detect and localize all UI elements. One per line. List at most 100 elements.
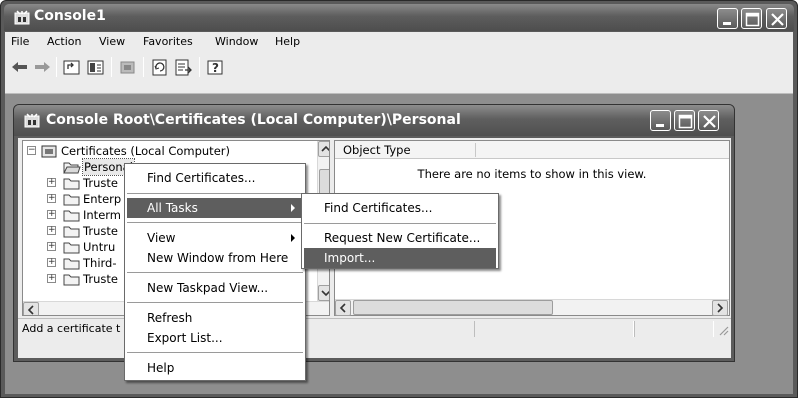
expand-icon[interactable]: + — [47, 194, 56, 203]
folder-icon — [63, 258, 80, 270]
show-hide-tree-icon[interactable] — [85, 57, 107, 77]
menu-separator — [127, 193, 303, 194]
results-horizontal-scrollbar[interactable] — [335, 299, 729, 316]
expand-icon[interactable]: + — [47, 274, 56, 283]
minimize-icon — [656, 124, 664, 127]
folder-icon — [63, 242, 80, 254]
menu-item-label: Request New Certificate... — [324, 231, 481, 245]
folder-icon — [63, 226, 80, 238]
expand-icon[interactable]: + — [47, 210, 56, 219]
window-titlebar[interactable]: Console1 — [4, 4, 794, 31]
scroll-down-button[interactable] — [318, 285, 329, 301]
menu-item-find-certificates[interactable]: Find Certificates... — [304, 198, 496, 218]
collapse-icon[interactable]: − — [27, 146, 36, 155]
scroll-thumb[interactable] — [353, 300, 553, 315]
folder-icon — [63, 210, 80, 222]
back-arrow-icon[interactable] — [9, 57, 31, 77]
child-window-titlebar[interactable]: Console Root\Certificates (Local Compute… — [14, 105, 734, 136]
status-cell — [474, 321, 634, 337]
expand-icon[interactable]: + — [47, 178, 56, 187]
menu-favorites[interactable]: Favorites — [143, 35, 193, 48]
child-minimize-button[interactable] — [650, 110, 671, 131]
child-window-title: Console Root\Certificates (Local Compute… — [46, 112, 461, 128]
context-menu: Find Certificates... All Tasks View New … — [124, 163, 306, 381]
column-header-label: Object Type — [343, 143, 411, 157]
resize-grip-icon[interactable] — [717, 324, 729, 336]
chevron-up-icon — [321, 145, 329, 152]
maximize-icon — [678, 114, 693, 129]
menu-item-label: Export List... — [147, 331, 223, 345]
scroll-up-button[interactable] — [318, 141, 329, 157]
scroll-left-button[interactable] — [335, 300, 351, 316]
menu-separator — [304, 223, 496, 224]
help-icon[interactable]: ? — [205, 57, 227, 77]
menu-help[interactable]: Help — [275, 35, 300, 48]
expand-icon[interactable]: + — [47, 258, 56, 267]
menu-item-new-taskpad-view[interactable]: New Taskpad View... — [127, 278, 303, 298]
delete-icon[interactable] — [117, 57, 139, 77]
column-header-object-type[interactable]: Object Type — [335, 141, 729, 159]
column-divider[interactable] — [475, 143, 476, 157]
menu-item-help[interactable]: Help — [127, 358, 303, 378]
expand-icon[interactable]: + — [47, 226, 56, 235]
toolbar-separator — [111, 57, 112, 77]
menu-item-label: Find Certificates... — [324, 201, 433, 215]
tree-item-label: Enterp — [83, 192, 122, 206]
tree-item-label: Untru — [83, 240, 116, 254]
menu-separator — [127, 272, 303, 273]
status-text: Add a certificate t — [22, 322, 121, 335]
menu-item-view[interactable]: View — [127, 228, 303, 248]
menu-item-label: New Window from Here — [147, 251, 289, 265]
close-icon — [703, 115, 716, 128]
tree-item-label: Truste — [83, 224, 118, 238]
menu-item-import[interactable]: Import... — [304, 248, 496, 268]
folder-icon — [63, 178, 80, 190]
menu-item-export-list[interactable]: Export List... — [127, 328, 303, 348]
tree-item-label: Truste — [83, 272, 118, 286]
scroll-left-button[interactable] — [23, 302, 39, 315]
minimize-button[interactable] — [717, 8, 738, 29]
toolbar-separator — [143, 57, 144, 77]
menu-item-refresh[interactable]: Refresh — [127, 308, 303, 328]
child-close-button[interactable] — [698, 110, 719, 131]
up-one-level-icon[interactable] — [61, 57, 83, 77]
menu-item-request-new-certificate[interactable]: Request New Certificate... — [304, 228, 496, 248]
certificates-snapin-icon — [41, 145, 57, 158]
chevron-left-icon — [339, 303, 346, 313]
menu-item-label: Import... — [324, 251, 376, 265]
minimize-icon — [723, 22, 731, 25]
close-button[interactable] — [766, 8, 787, 29]
tree-item-label: Interm — [83, 208, 121, 222]
forward-arrow-icon[interactable] — [31, 57, 53, 77]
toolbar: ? — [5, 52, 793, 94]
expand-icon[interactable]: + — [47, 242, 56, 251]
tree-item-root[interactable]: − Certificates (Local Computer) — [23, 143, 313, 159]
close-icon — [771, 13, 784, 26]
menu-item-find-certificates[interactable]: Find Certificates... — [127, 168, 303, 188]
menu-separator — [127, 222, 303, 223]
menu-window[interactable]: Window — [215, 35, 258, 48]
scroll-right-button[interactable] — [712, 300, 728, 316]
menu-item-label: Find Certificates... — [147, 171, 256, 185]
all-tasks-submenu: Find Certificates... Request New Certifi… — [301, 193, 499, 269]
chevron-right-icon — [717, 303, 724, 313]
maximize-button[interactable] — [741, 8, 762, 29]
chevron-left-icon — [27, 305, 34, 315]
menu-separator — [127, 302, 303, 303]
refresh-icon[interactable] — [149, 57, 171, 77]
tree-item-label: Truste — [83, 176, 118, 190]
menu-view[interactable]: View — [99, 35, 125, 48]
menu-item-label: Refresh — [147, 311, 193, 325]
menu-item-label: New Taskpad View... — [147, 281, 269, 295]
folder-icon — [63, 274, 80, 286]
export-list-icon[interactable] — [173, 57, 195, 77]
menu-item-new-window-from-here[interactable]: New Window from Here — [127, 248, 303, 268]
toolbar-separator — [56, 57, 57, 77]
menu-action[interactable]: Action — [47, 35, 81, 48]
child-maximize-button[interactable] — [674, 110, 695, 131]
tree-item-label: Third- — [83, 256, 117, 270]
menu-bar: File Action View Favorites Window Help — [5, 32, 793, 52]
menu-file[interactable]: File — [11, 35, 29, 48]
mmc-app-icon — [14, 10, 30, 25]
menu-item-all-tasks[interactable]: All Tasks — [127, 198, 303, 218]
